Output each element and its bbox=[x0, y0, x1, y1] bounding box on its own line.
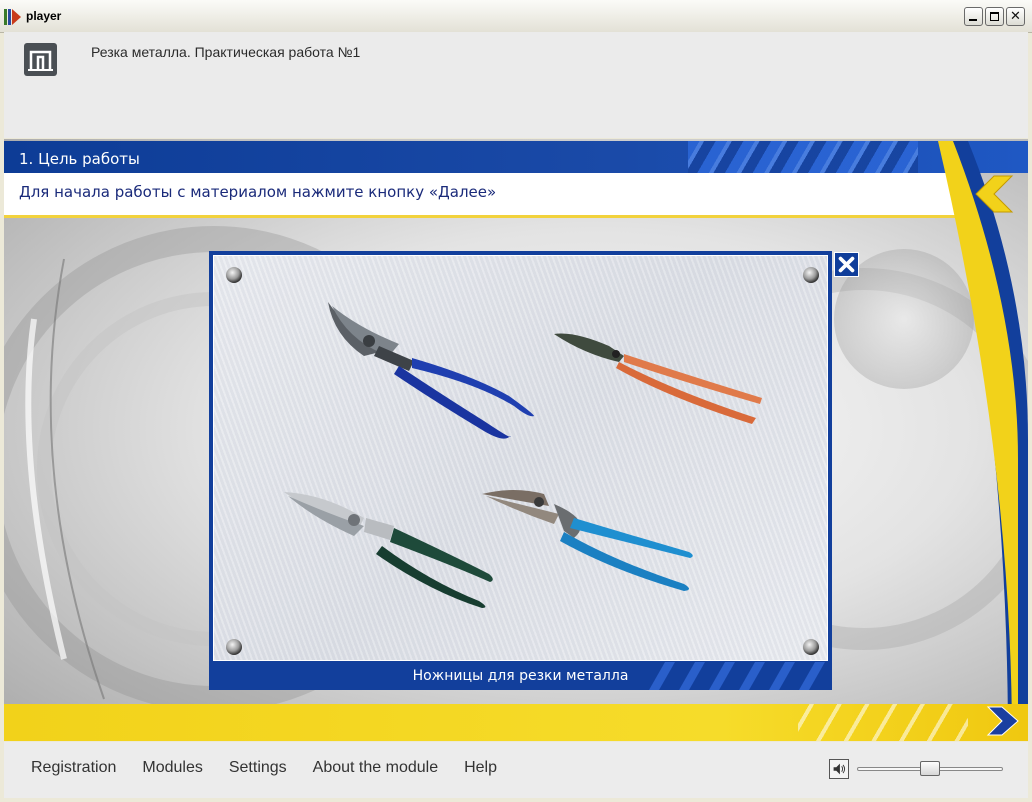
instruction-text: Для начала работы с материалом нажмите к… bbox=[19, 183, 497, 201]
snips-green bbox=[284, 492, 493, 608]
popup-image-area bbox=[213, 255, 828, 661]
volume-slider-thumb[interactable] bbox=[920, 761, 940, 776]
menu-item-settings[interactable]: Settings bbox=[229, 759, 287, 777]
snips-lightblue bbox=[482, 490, 693, 591]
speaker-icon[interactable] bbox=[829, 759, 849, 779]
popup-caption-bar: Ножницы для резки металла bbox=[209, 662, 832, 690]
menu-item-about[interactable]: About the module bbox=[313, 759, 438, 777]
close-popup-icon[interactable] bbox=[834, 252, 859, 277]
next-arrow-icon[interactable] bbox=[984, 705, 1020, 737]
window-title: player bbox=[26, 9, 62, 23]
footer-bar-stripes bbox=[798, 704, 968, 741]
app-icon bbox=[4, 9, 21, 25]
course-title: Резка металла. Практическая работа №1 bbox=[91, 44, 361, 60]
menu-item-modules[interactable]: Modules bbox=[142, 759, 202, 777]
minimize-icon[interactable] bbox=[964, 7, 983, 26]
instruction-bar: Для начала работы с материалом нажмите к… bbox=[4, 173, 979, 218]
app-header: Резка металла. Практическая работа №1 bbox=[4, 32, 1028, 138]
logo-icon bbox=[24, 43, 57, 76]
main-menu: Registration Modules Settings About the … bbox=[31, 759, 523, 777]
back-arrow-icon[interactable] bbox=[972, 174, 1016, 214]
section-bar-stripes bbox=[688, 141, 918, 173]
snips-orange bbox=[554, 333, 762, 424]
menu-item-help[interactable]: Help bbox=[464, 759, 497, 777]
menu-item-registration[interactable]: Registration bbox=[31, 759, 116, 777]
window-titlebar[interactable]: player ✕ bbox=[0, 0, 1032, 33]
bottom-menu-bar: Registration Modules Settings About the … bbox=[4, 742, 1028, 798]
section-title: 1. Цель работы bbox=[19, 150, 140, 168]
image-popup: Ножницы для резки металла bbox=[209, 251, 832, 690]
popup-caption: Ножницы для резки металла bbox=[412, 668, 629, 684]
snips-blue bbox=[328, 302, 534, 439]
close-icon[interactable]: ✕ bbox=[1006, 7, 1025, 26]
maximize-icon[interactable] bbox=[985, 7, 1004, 26]
snips-image bbox=[284, 302, 762, 608]
right-rail bbox=[908, 141, 1028, 741]
